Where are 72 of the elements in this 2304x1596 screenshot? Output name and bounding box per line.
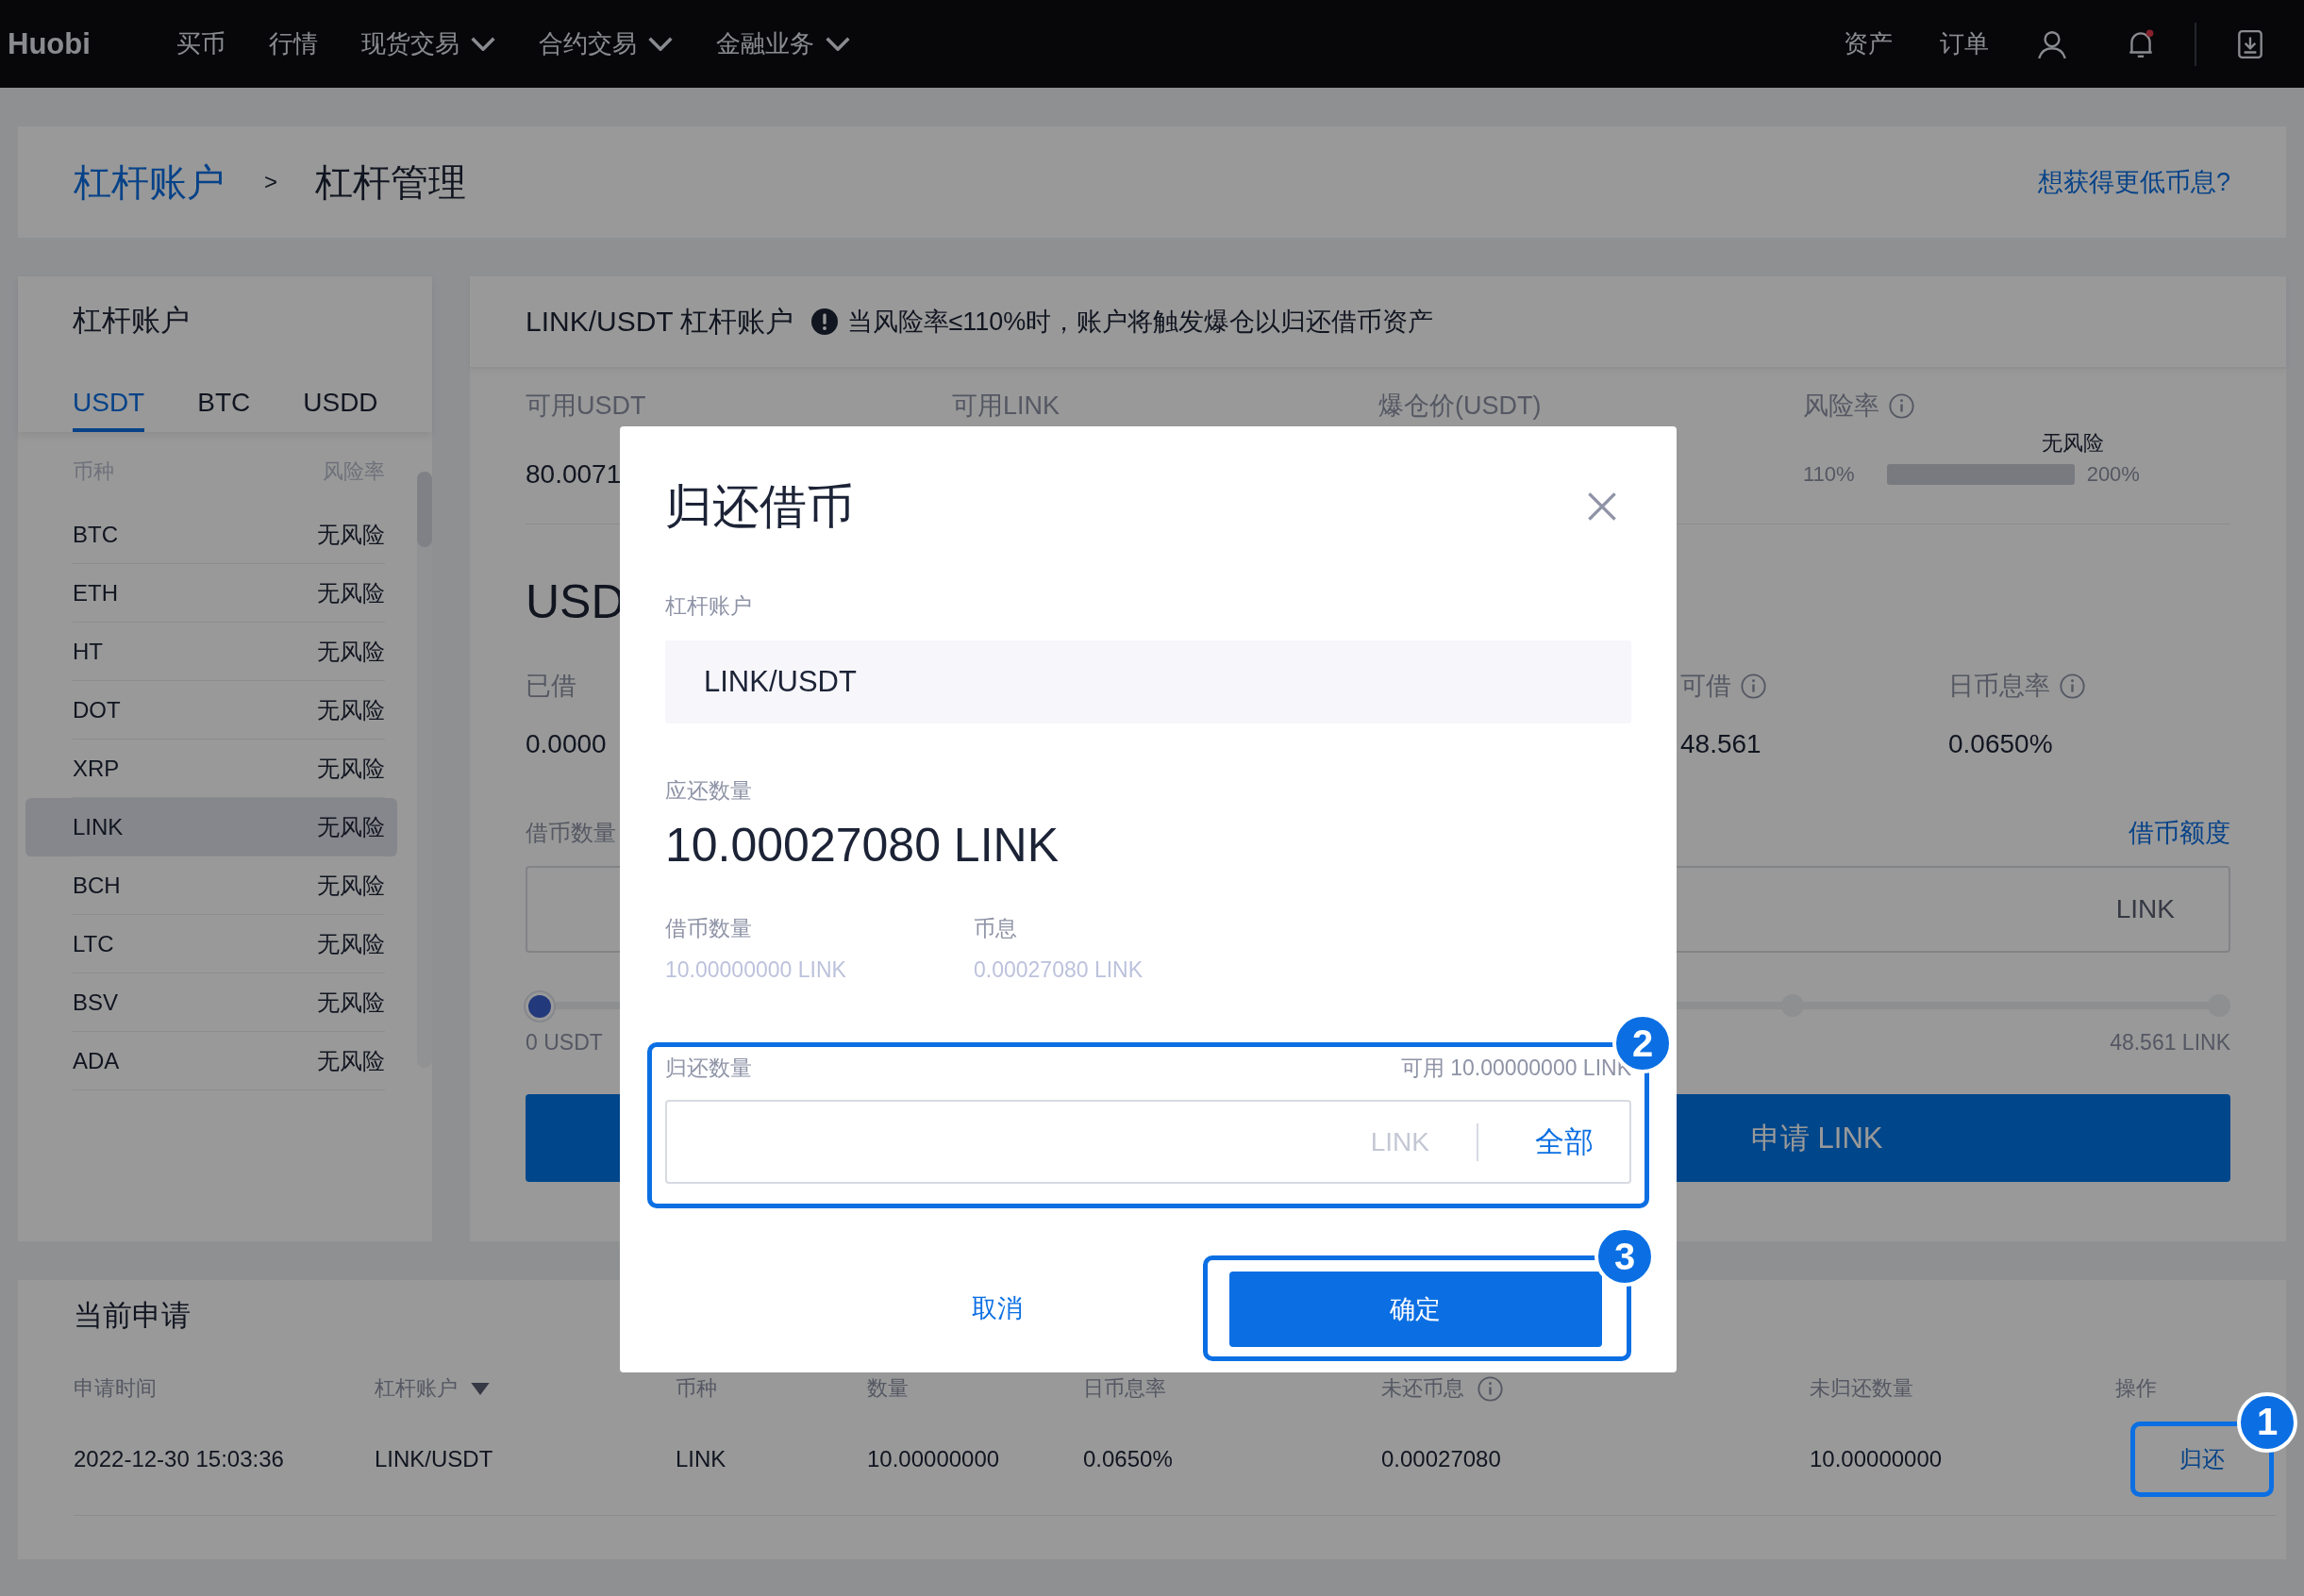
field-label: 归还数量 xyxy=(665,1055,752,1082)
account-field: LINK/USDT xyxy=(665,640,1631,723)
field-label: 借币数量 xyxy=(526,819,616,847)
risk-level: 无风险 xyxy=(317,755,386,783)
risk-min-label: 110% xyxy=(1803,462,1855,487)
section-heading: USD xyxy=(526,574,626,630)
account-title: LINK/USDT 杠杆账户 xyxy=(526,304,794,339)
coin-name: ETH xyxy=(73,580,118,607)
risk-level: 无风险 xyxy=(317,579,386,607)
table-cell-text: 0.0650% xyxy=(1083,1445,1174,1472)
coin-name: LINK xyxy=(73,814,124,840)
stat-value: 0.0000 xyxy=(526,728,607,760)
dialog-title: 归还借币 xyxy=(665,478,854,535)
column-header: 操作 xyxy=(2115,1375,2157,1402)
risk-level: 无风险 xyxy=(317,1047,386,1075)
breadcrumb-separator: > xyxy=(264,169,277,195)
stat-value: 80.0071 xyxy=(526,458,622,490)
field-label: 应还数量 xyxy=(665,777,753,805)
breadcrumb-current: 杠杆管理 xyxy=(315,159,466,205)
risk-level: 无风险 xyxy=(317,930,386,958)
column-header: 未归还数量 xyxy=(1810,1375,1913,1402)
detail-label: 币息 xyxy=(974,915,1018,942)
detail-value: 0.00027080 LINK xyxy=(974,956,1144,984)
slider-min-label: 0 USDT xyxy=(526,1029,603,1056)
stat-label: 风险率 xyxy=(1803,391,1879,422)
table-cell-text: LINK xyxy=(676,1445,727,1472)
stat-label: 可借 xyxy=(1680,671,1731,702)
table-cell-text: 10.00000000 xyxy=(1810,1445,1944,1472)
detail-label: 借币数量 xyxy=(665,915,753,942)
coin-name: BSV xyxy=(73,989,119,1016)
risk-max-label: 200% xyxy=(2086,462,2140,487)
coin-name: LTC xyxy=(73,931,114,957)
risk-status: 无风险 xyxy=(2042,430,2104,457)
risk-level: 无风险 xyxy=(317,521,386,549)
warning-text: 当风险率≤110%时，账户将触发爆仓以归还借币资产 xyxy=(846,307,1434,338)
stat-label: 可用USDT xyxy=(526,391,646,422)
column-header: 日币息率 xyxy=(1083,1375,1166,1402)
table-cell-text: 2022-12-30 15:03:36 xyxy=(74,1445,285,1472)
table-cell-text: 10.00000000 xyxy=(867,1445,1001,1472)
unit-label: LINK xyxy=(2115,894,2175,924)
coin-name: BTC xyxy=(73,522,118,548)
column-header: 申请时间 xyxy=(74,1375,157,1402)
table-cell-text: LINK/USDT xyxy=(375,1445,494,1472)
unit-label: LINK xyxy=(1370,1126,1429,1157)
stat-label: 日币息率 xyxy=(1948,671,2050,702)
coin-name: HT xyxy=(73,639,103,665)
table-cell-text: 0.00027080 xyxy=(1381,1445,1502,1472)
risk-level: 无风险 xyxy=(317,696,386,724)
slider-max-label: 48.561 LINK xyxy=(2110,1029,2230,1056)
coin-name: DOT xyxy=(73,697,121,723)
sidebar-title: 杠杆账户 xyxy=(73,303,191,338)
coin-name: ADA xyxy=(73,1048,120,1074)
risk-level: 无风险 xyxy=(317,813,386,841)
column-header: 币种 xyxy=(676,1375,717,1402)
field-label: 杠杆账户 xyxy=(665,592,753,620)
detail-value: 10.00000000 LINK xyxy=(665,956,847,984)
coin-name: BCH xyxy=(73,873,121,899)
risk-level: 无风险 xyxy=(317,989,386,1017)
stat-value: 0.0650% xyxy=(1948,728,2053,760)
risk-level: 无风险 xyxy=(317,638,386,666)
risk-level: 无风险 xyxy=(317,872,386,900)
panel-title: 当前申请 xyxy=(74,1299,191,1333)
due-amount: 10.00027080 LINK xyxy=(665,818,1060,873)
step-badge: 1 xyxy=(2237,1391,2297,1453)
stat-value: 48.561 xyxy=(1680,728,1761,760)
stat-label: 爆仓价(USDT) xyxy=(1378,391,1542,422)
coin-name: XRP xyxy=(73,756,120,782)
stat-label: 可用LINK xyxy=(952,391,1060,422)
column-header: 数量 xyxy=(867,1375,909,1402)
stat-label: 已借 xyxy=(526,671,576,702)
column-header: 未还币息 xyxy=(1381,1375,1464,1402)
column-header: 杠杆账户 xyxy=(375,1375,458,1402)
